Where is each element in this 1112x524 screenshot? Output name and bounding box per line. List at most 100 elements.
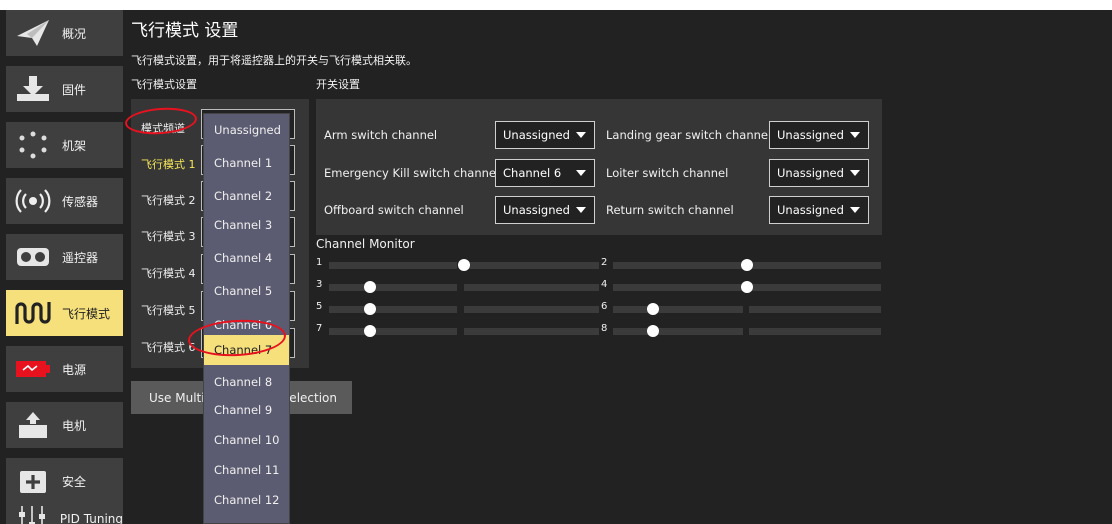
channel-track [749,284,881,291]
flight-mode-label: 飞行模式 1 [141,158,196,171]
channel-track [464,306,599,313]
channel-track [329,262,457,269]
sidebar-item-label: 传感器 [62,194,99,209]
channel-track [749,262,881,269]
channel-indicator [363,281,376,293]
dropdown-option[interactable]: Channel 3 [204,210,289,240]
return-switch-label: Return switch channel [606,203,734,217]
emergency-kill-switch-select[interactable]: Channel 6 [495,159,595,187]
dropdown-option[interactable]: Channel 4 [204,243,289,273]
paper-plane-icon [10,10,56,56]
motor-icon [10,402,56,448]
channel-indicator [741,281,753,293]
dropdown-option[interactable]: Channel 12 [204,485,289,515]
channel-indicator [741,259,753,271]
page-title: 飞行模式 设置 [131,21,239,41]
sidebar-item-power[interactable]: 电源 [6,346,123,392]
dropdown-option[interactable]: Channel 1 [204,148,289,178]
radio-controller-icon [10,234,56,280]
combo-value: Unassigned [503,203,570,217]
radio-waves-icon [10,178,56,224]
dropdown-option[interactable]: Channel 2 [204,181,289,211]
sidebar-item-sensors[interactable]: 传感器 [6,178,123,224]
dropdown-option[interactable]: Channel 13 [204,515,289,523]
dropdown-option[interactable]: Unassigned [204,115,289,145]
channel-number: 7 [316,323,323,334]
channel-number: 8 [601,323,608,334]
channel-track [613,284,743,291]
channel-track [613,328,743,335]
sidebar-item-label: 遥控器 [62,250,99,265]
flight-mode-label: 飞行模式 4 [141,267,196,280]
channel-dropdown-list: Unassigned Channel 1 Channel 2 Channel 3 Cha… [203,113,290,524]
arm-switch-select[interactable]: Unassigned [495,121,595,149]
dropdown-option[interactable]: Channel 8 [204,367,289,397]
multi-button-left-text: Use Multi [149,390,205,405]
channel-track [464,284,599,291]
arm-switch-label: Arm switch channel [324,128,438,142]
sidebar-item-motors[interactable]: 电机 [6,402,123,448]
combo-value: Unassigned [777,166,844,180]
channel-number: 4 [601,279,608,290]
chevron-down-icon [850,170,860,176]
channel-indicator [647,325,660,337]
channel-track [329,328,457,335]
channel-indicator [647,303,660,315]
offboard-switch-select[interactable]: Unassigned [495,196,595,224]
sidebar-item-flight-modes[interactable]: 飞行模式 [6,290,123,336]
loiter-switch-label: Loiter switch channel [606,166,729,180]
app-window: 概况 固件 机架 传感器 遥控器 飞行模式 电源 电机 安全 PID Tunin… [0,10,1112,524]
chevron-down-icon [576,207,586,213]
channel-indicator [458,259,470,271]
channel-track [613,262,743,269]
download-icon [10,66,56,112]
channel-number: 6 [601,301,608,312]
channel-track [464,262,599,269]
channel-track [749,328,881,335]
channel-indicator [363,325,376,337]
dropdown-option[interactable]: Channel 5 [204,276,289,306]
combo-value: Channel 6 [503,166,562,180]
channel-number: 5 [316,301,323,312]
combo-value: Unassigned [777,203,844,217]
combo-value: Unassigned [503,128,570,142]
sidebar-item-radio[interactable]: 遥控器 [6,234,123,280]
dropdown-option[interactable]: Channel 10 [204,425,289,455]
loiter-switch-select[interactable]: Unassigned [769,159,869,187]
landing-gear-switch-select[interactable]: Unassigned [769,121,869,149]
sidebar-item-label: 机架 [62,138,87,153]
page-subtitle: 飞行模式设置，用于将遥控器上的开关与飞行模式相关联。 [131,54,417,67]
sidebar-item-label: 固件 [62,82,87,97]
offboard-switch-label: Offboard switch channel [324,203,464,217]
switch-settings-panel: Arm switch channel Unassigned Landing ge… [316,99,882,235]
channel-track [329,306,457,313]
channel-number: 2 [601,257,608,268]
sidebar-item-pid-tuning[interactable]: PID Tuning [6,496,123,524]
sidebar-item-label: 安全 [62,474,87,489]
sliders-icon [10,496,54,524]
emergency-kill-switch-label: Emergency Kill switch channel [324,166,500,180]
sidebar-item-label: 概况 [62,26,87,41]
combo-value: Unassigned [777,128,844,142]
sidebar-item-airframe[interactable]: 机架 [6,122,123,168]
flight-modes-icon [10,290,56,336]
sidebar: 概况 固件 机架 传感器 遥控器 飞行模式 电源 电机 安全 PID Tunin… [0,10,123,524]
dropdown-option[interactable]: Channel 11 [204,455,289,485]
dropdown-option[interactable]: Channel 9 [204,395,289,425]
channel-number: 3 [316,279,323,290]
flight-mode-label: 飞行模式 5 [141,304,196,317]
flight-mode-label: 飞行模式 3 [141,230,196,243]
chevron-down-icon [850,132,860,138]
channel-track [464,328,599,335]
sidebar-item-label: 电源 [62,362,87,377]
sidebar-item-label: 电机 [62,418,87,433]
channel-track [749,306,881,313]
sidebar-item-firmware[interactable]: 固件 [6,66,123,112]
channel-number: 1 [316,257,323,268]
landing-gear-switch-label: Landing gear switch channel [606,128,772,142]
sidebar-item-summary[interactable]: 概况 [6,10,123,56]
return-switch-select[interactable]: Unassigned [769,196,869,224]
flight-mode-section-title: 飞行模式设置 [131,78,197,91]
airframe-icon [10,122,56,168]
channel-indicator [363,303,376,315]
